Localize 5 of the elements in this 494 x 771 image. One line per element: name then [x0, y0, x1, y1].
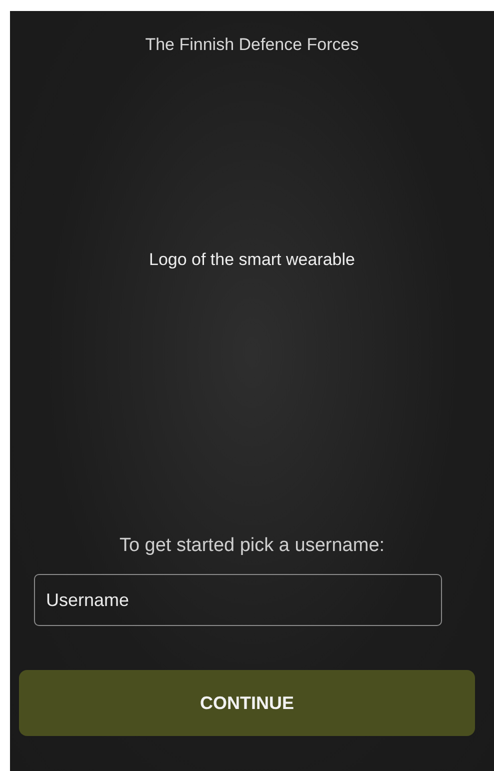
- logo-placeholder-text: Logo of the smart wearable: [148, 250, 356, 270]
- org-title: The Finnish Defence Forces: [145, 35, 359, 55]
- username-field[interactable]: Username: [34, 574, 442, 626]
- username-prompt: To get started pick a username:: [119, 535, 385, 557]
- continue-button[interactable]: CONTINUE: [19, 670, 475, 736]
